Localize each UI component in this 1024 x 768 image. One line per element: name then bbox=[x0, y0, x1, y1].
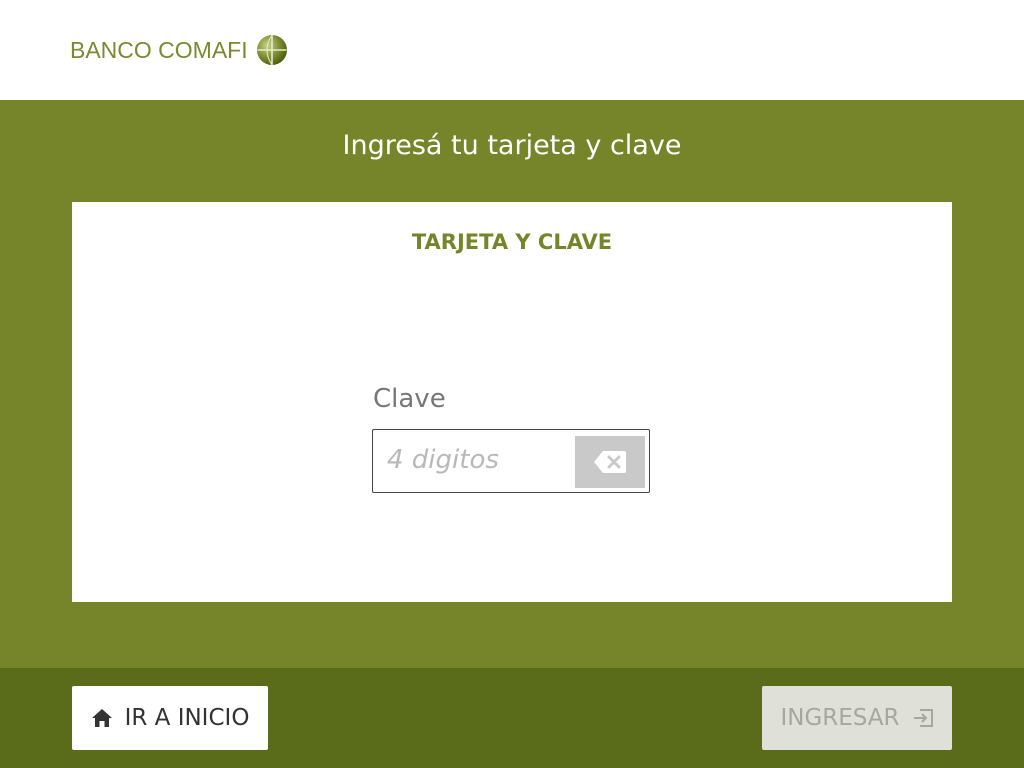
home-button-label: IR A INICIO bbox=[124, 705, 250, 731]
submit-button[interactable]: INGRESAR bbox=[762, 686, 952, 750]
bank-name: BANCO COMAFI bbox=[70, 36, 248, 63]
clear-pin-button[interactable] bbox=[575, 436, 645, 488]
card-title: TARJETA Y CLAVE bbox=[411, 230, 613, 254]
home-icon bbox=[91, 709, 112, 727]
pin-field-label: Clave bbox=[373, 384, 446, 414]
credentials-card: TARJETA Y CLAVE Clave 4 digitos bbox=[72, 202, 952, 602]
header: BANCO COMAFI bbox=[0, 0, 1024, 100]
login-icon bbox=[913, 709, 933, 727]
main-panel: Ingresá tu tarjeta y clave TARJETA Y CLA… bbox=[0, 100, 1024, 668]
bank-logo: BANCO COMAFI bbox=[70, 32, 288, 68]
footer: IR A INICIO INGRESAR bbox=[0, 668, 1024, 768]
backspace-icon bbox=[594, 451, 626, 473]
pin-input[interactable]: 4 digitos bbox=[372, 429, 650, 493]
home-button[interactable]: IR A INICIO bbox=[72, 686, 268, 750]
globe-logo-icon bbox=[256, 34, 287, 66]
submit-button-label: INGRESAR bbox=[780, 705, 900, 731]
page-title: Ingresá tu tarjeta y clave bbox=[342, 130, 682, 161]
pin-input-placeholder: 4 digitos bbox=[387, 445, 499, 475]
